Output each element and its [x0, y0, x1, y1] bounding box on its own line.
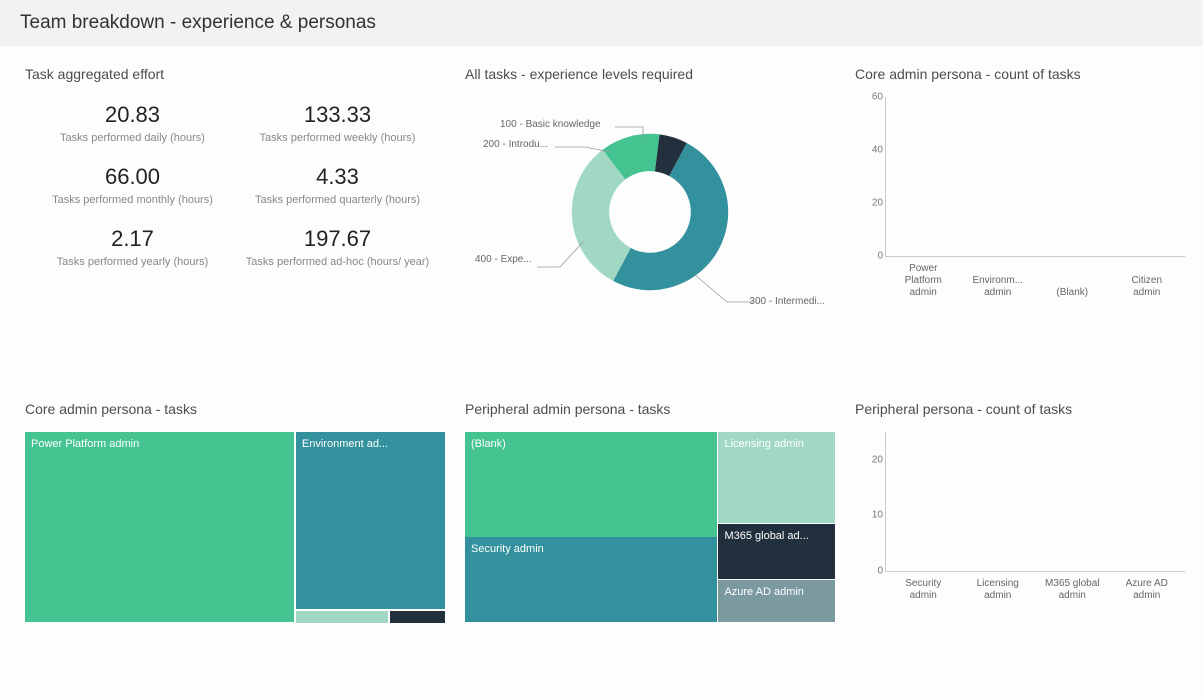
y-tick: 0 [858, 566, 883, 577]
metric-value: 133.33 [240, 102, 435, 128]
tm-licensing[interactable]: Licensing admin [718, 432, 835, 523]
tm-m365[interactable]: M365 global ad... [718, 524, 835, 579]
page-header: Team breakdown - experience & personas [0, 0, 1203, 46]
treemap-peri: (Blank) Security admin Licensing admin M… [465, 432, 835, 622]
metric-label: Tasks performed daily (hours) [35, 132, 230, 144]
metric-label: Tasks performed weekly (hours) [240, 132, 435, 144]
y-tick: 10 [858, 510, 883, 521]
tile-donut[interactable]: All tasks - experience levels required 1… [465, 66, 835, 381]
metric-value: 4.33 [240, 164, 435, 190]
tile-core-tree-title: Core admin persona - tasks [25, 401, 445, 417]
y-tick: 60 [858, 92, 883, 103]
donut-label-200: 200 - Introdu... [483, 139, 548, 150]
bar-label: Security admin [893, 578, 953, 602]
bar-label: (Blank) [1056, 287, 1088, 299]
page-title: Team breakdown - experience & personas [20, 12, 376, 33]
plot-area: 0 10 20 [885, 432, 1185, 572]
tile-core-count-title: Core admin persona - count of tasks [855, 66, 1185, 82]
tm-azuread[interactable]: Azure AD admin [718, 580, 835, 622]
bar-labels: Power Platform admin Environm... admin (… [885, 257, 1185, 299]
tile-peri-count[interactable]: Peripheral persona - count of tasks 0 10… [855, 401, 1185, 661]
metric-adhoc: 197.67 Tasks performed ad-hoc (hours/ ye… [240, 226, 435, 268]
metric-value: 2.17 [35, 226, 230, 252]
metric-value: 20.83 [35, 102, 230, 128]
effort-metrics: 20.83 Tasks performed daily (hours) 133.… [25, 97, 445, 268]
metric-yearly: 2.17 Tasks performed yearly (hours) [35, 226, 230, 268]
metric-label: Tasks performed yearly (hours) [35, 256, 230, 268]
tile-peri-count-title: Peripheral persona - count of tasks [855, 401, 1185, 417]
plot-area: 0 20 40 60 [885, 97, 1185, 257]
tile-peri-tree[interactable]: Peripheral admin persona - tasks (Blank)… [465, 401, 835, 661]
metric-label: Tasks performed quarterly (hours) [240, 194, 435, 206]
bar-label: Power Platform admin [893, 263, 953, 299]
bar-label: Environm... admin [968, 275, 1028, 299]
bar-chart-peri: 0 10 20 Security admin Licensing admin M… [855, 432, 1185, 637]
tm-minor-1[interactable] [296, 611, 388, 623]
metric-label: Tasks performed ad-hoc (hours/ year) [240, 256, 435, 268]
tile-peri-tree-title: Peripheral admin persona - tasks [465, 401, 835, 417]
y-tick: 20 [858, 197, 883, 208]
dashboard-grid: Task aggregated effort 20.83 Tasks perfo… [0, 46, 1203, 671]
metric-label: Tasks performed monthly (hours) [35, 194, 230, 206]
metric-value: 197.67 [240, 226, 435, 252]
metric-value: 66.00 [35, 164, 230, 190]
tm-minor-2[interactable] [390, 611, 445, 623]
donut-label-100: 100 - Basic knowledge [500, 119, 601, 130]
bar-label: Citizen admin [1117, 275, 1177, 299]
y-tick: 0 [858, 251, 883, 262]
tile-effort[interactable]: Task aggregated effort 20.83 Tasks perfo… [25, 66, 445, 381]
bar-labels: Security admin Licensing admin M365 glob… [885, 572, 1185, 602]
donut-svg [565, 127, 735, 297]
tm-security[interactable]: Security admin [465, 537, 717, 622]
tm-environment[interactable]: Environment ad... [296, 432, 445, 609]
tile-donut-title: All tasks - experience levels required [465, 66, 835, 82]
bar-chart-core: 0 20 40 60 Power Platform admin Environm… [855, 97, 1185, 327]
metric-weekly: 133.33 Tasks performed weekly (hours) [240, 102, 435, 144]
bars [886, 432, 1185, 571]
treemap-core: Power Platform admin Environment ad... [25, 432, 445, 622]
bars [886, 97, 1185, 256]
donut-chart: 100 - Basic knowledge 200 - Introdu... 3… [465, 97, 835, 327]
tm-power-platform[interactable]: Power Platform admin [25, 432, 294, 622]
tile-effort-title: Task aggregated effort [25, 66, 445, 82]
y-tick: 40 [858, 144, 883, 155]
donut-label-400: 400 - Expe... [475, 254, 532, 265]
metric-quarterly: 4.33 Tasks performed quarterly (hours) [240, 164, 435, 206]
y-tick: 20 [858, 454, 883, 465]
tile-core-tree[interactable]: Core admin persona - tasks Power Platfor… [25, 401, 445, 661]
metric-daily: 20.83 Tasks performed daily (hours) [35, 102, 230, 144]
bar-label: Azure AD admin [1117, 578, 1177, 602]
bar-label: Licensing admin [968, 578, 1028, 602]
tile-core-count[interactable]: Core admin persona - count of tasks 0 20… [855, 66, 1185, 381]
donut-label-300: 300 - Intermedi... [749, 296, 825, 307]
bar-label: M365 global admin [1042, 578, 1102, 602]
tm-blank[interactable]: (Blank) [465, 432, 717, 537]
metric-monthly: 66.00 Tasks performed monthly (hours) [35, 164, 230, 206]
